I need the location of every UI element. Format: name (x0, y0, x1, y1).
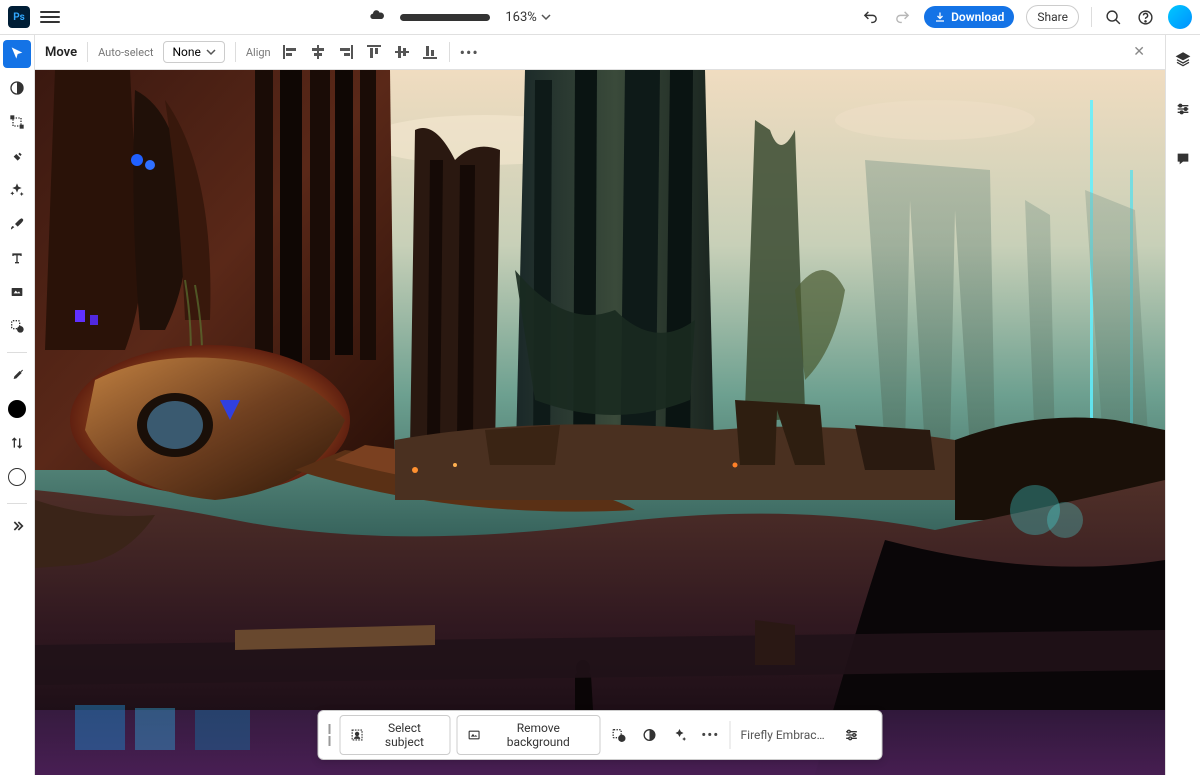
layers-panel-icon[interactable] (1169, 45, 1197, 73)
align-label: Align (246, 46, 271, 59)
more-tools-icon[interactable] (3, 512, 31, 540)
share-button[interactable]: Share (1026, 5, 1079, 29)
contextual-taskbar: Select subject Remove background ••• Fir… (318, 710, 883, 760)
align-right-icon[interactable] (337, 43, 355, 61)
prompt-input[interactable]: Firefly Embrace ... (741, 728, 826, 742)
help-icon[interactable] (1136, 7, 1156, 27)
photoshop-logo[interactable]: Ps (8, 6, 30, 28)
text-tool[interactable] (3, 244, 31, 272)
taskbar-grip-icon[interactable] (323, 724, 337, 746)
close-tab-icon[interactable]: ✕ (1133, 44, 1145, 60)
canvas[interactable]: Select subject Remove background ••• Fir… (35, 70, 1165, 775)
user-avatar[interactable] (1168, 5, 1192, 29)
generative-fill-icon[interactable] (667, 721, 693, 749)
left-toolbar (0, 35, 35, 775)
shape-tool[interactable] (3, 278, 31, 306)
transform-tool[interactable] (3, 108, 31, 136)
adjust-icon[interactable] (636, 721, 662, 749)
align-left-icon[interactable] (281, 43, 299, 61)
adjust-tool[interactable] (3, 74, 31, 102)
divider (1091, 7, 1092, 27)
document-name[interactable] (400, 14, 490, 21)
foreground-color[interactable] (3, 395, 31, 423)
align-center-v-icon[interactable] (393, 43, 411, 61)
artwork (35, 70, 1165, 775)
align-top-icon[interactable] (365, 43, 383, 61)
right-sidebar (1165, 35, 1200, 775)
redo-icon[interactable] (892, 7, 912, 27)
more-options-icon[interactable]: ••• (460, 43, 479, 62)
swap-colors-icon[interactable] (3, 429, 31, 457)
active-tool-label: Move (45, 45, 77, 60)
prompt-settings-icon[interactable] (838, 721, 866, 749)
search-icon[interactable] (1104, 7, 1124, 27)
auto-select-label[interactable]: Auto-select (98, 46, 153, 59)
align-bottom-icon[interactable] (421, 43, 439, 61)
background-color[interactable] (3, 463, 31, 491)
properties-panel-icon[interactable] (1169, 95, 1197, 123)
zoom-level[interactable]: 163% (505, 10, 550, 25)
quick-mask-icon[interactable] (606, 721, 632, 749)
cloud-icon (369, 7, 385, 27)
eyedropper-tool[interactable] (3, 361, 31, 389)
auto-select-dropdown[interactable]: None (163, 41, 224, 63)
download-button[interactable]: Download (924, 6, 1014, 28)
brush-tool[interactable] (3, 210, 31, 238)
app-header: Ps 163% Download Share (0, 0, 1200, 35)
select-subject-button[interactable]: Select subject (339, 715, 451, 755)
undo-icon[interactable] (860, 7, 880, 27)
quick-select-tool[interactable] (3, 312, 31, 340)
align-center-h-icon[interactable] (309, 43, 327, 61)
hamburger-menu-icon[interactable] (40, 11, 60, 23)
comments-panel-icon[interactable] (1169, 145, 1197, 173)
options-bar: Move Auto-select None Align ••• ✕ (35, 35, 1165, 70)
more-icon[interactable]: ••• (697, 721, 723, 749)
remove-background-button[interactable]: Remove background (457, 715, 601, 755)
generative-tool[interactable] (3, 176, 31, 204)
move-tool[interactable] (3, 40, 31, 68)
heal-tool[interactable] (3, 142, 31, 170)
